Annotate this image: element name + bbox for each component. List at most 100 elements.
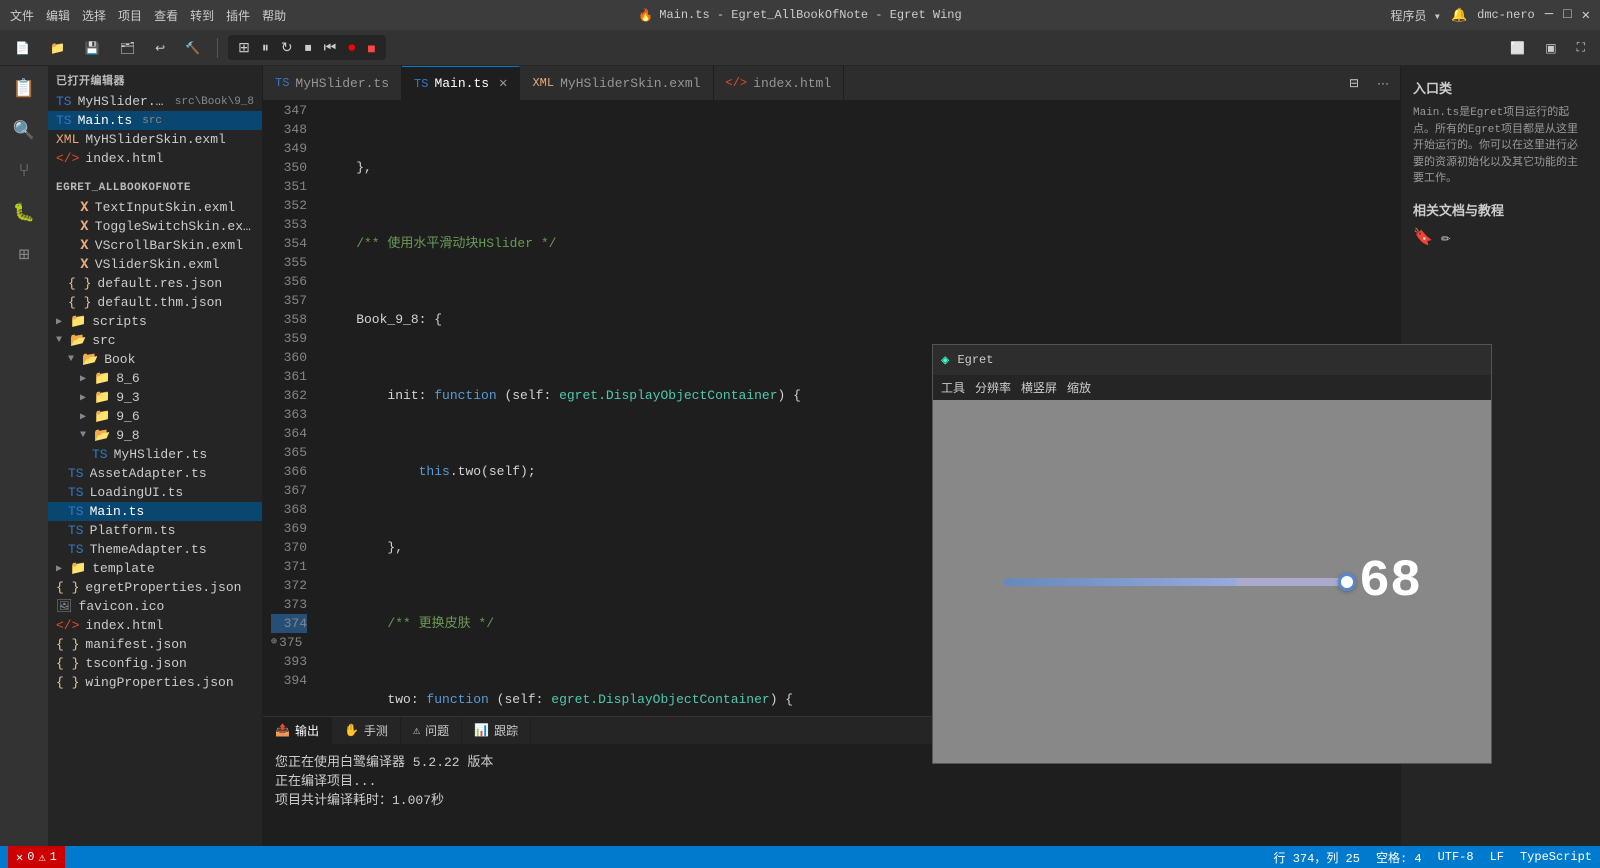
egret-menu-resolution[interactable]: 分辨率 (975, 379, 1011, 396)
extensions-icon[interactable]: ⊞ (15, 240, 34, 270)
slider-track[interactable] (1003, 578, 1347, 586)
tab-index[interactable]: </> index.html (714, 66, 845, 101)
right-panel-title: 入口类 (1413, 78, 1588, 97)
menu-file[interactable]: 文件 (10, 7, 34, 24)
maximize-button[interactable]: □ (1563, 7, 1571, 23)
tree-9-6[interactable]: ▶ 📁 9_6 (48, 407, 262, 426)
egret-menu-zoom[interactable]: 缩放 (1067, 379, 1091, 396)
tab-myhsliderskin[interactable]: XML MyHSliderSkin.exml (520, 66, 713, 101)
panel-tab-problems[interactable]: ⚠ 问题 (401, 717, 462, 745)
egret-menu-orientation[interactable]: 横竖屏 (1021, 379, 1057, 396)
tree-toggleswitchskin[interactable]: 𝐗 ToggleSwitchSkin.exml (48, 217, 262, 236)
panel-tab-test[interactable]: ✋ 手测 (332, 717, 401, 745)
menu-plugins[interactable]: 插件 (226, 7, 250, 24)
statusbar-eol[interactable]: LF (1490, 849, 1504, 866)
save-all-button[interactable]: 🗂 (113, 37, 142, 59)
egret-menus: 工具 分辨率 横竖屏 缩放 (933, 375, 1491, 400)
tree-wingprops[interactable]: { } wingProperties.json (48, 673, 262, 692)
tree-book[interactable]: ▼ 📂 Book (48, 350, 262, 369)
tree-src[interactable]: ▼ 📂 src (48, 331, 262, 350)
build-button[interactable]: 🔨 (178, 37, 207, 59)
statusbar-language[interactable]: TypeScript (1520, 849, 1592, 866)
stop-button[interactable]: ⏮ (320, 37, 341, 58)
statusbar-position[interactable]: 行 374，列 25 (1274, 849, 1360, 866)
run-controls: ⊞ ⏸ ↻ ⏹ ⏮ ⏺ ■ (228, 35, 386, 60)
tree-tsconfig[interactable]: { } tsconfig.json (48, 654, 262, 673)
line-num-373: 373 (271, 595, 307, 614)
tree-vscrollbarskin[interactable]: 𝐗 VScrollBarSkin.exml (48, 236, 262, 255)
tree-main[interactable]: TS Main.ts (48, 502, 262, 521)
egret-preview-window[interactable]: ◈ Egret 工具 分辨率 横竖屏 缩放 68 (932, 344, 1492, 764)
tree-loadingui[interactable]: TS LoadingUI.ts (48, 483, 262, 502)
tree-assetadapter[interactable]: TS AssetAdapter.ts (48, 464, 262, 483)
open-file-myhsliderskin[interactable]: XML MyHSliderSkin.exml (48, 130, 262, 149)
menu-edit[interactable]: 编辑 (46, 7, 70, 24)
bookmark-icon[interactable]: 🔖 (1413, 227, 1433, 247)
statusbar-encoding[interactable]: UTF-8 (1438, 849, 1474, 866)
menu-select[interactable]: 选择 (82, 7, 106, 24)
menu-view[interactable]: 查看 (154, 7, 178, 24)
collapse-icon[interactable]: ⊕ (271, 633, 277, 652)
statusbar-spaces[interactable]: 空格: 4 (1376, 849, 1422, 866)
debug-icon[interactable]: 🐛 (9, 198, 39, 228)
ts-icon-4: TS (68, 485, 84, 500)
minimize-button[interactable]: ─ (1545, 7, 1553, 23)
undo-button[interactable]: ↩ (148, 37, 172, 59)
egret-menu-tools[interactable]: 工具 (941, 379, 965, 396)
line-num-361: 361 (271, 367, 307, 386)
xml-icon-4: 𝐗 (80, 238, 89, 253)
statusbar-error-count[interactable]: ✕ 0 ⚠ 1 (8, 846, 65, 868)
tree-8-6[interactable]: ▶ 📁 8_6 (48, 369, 262, 388)
search-icon[interactable]: 🔍 (9, 116, 39, 146)
menu-goto[interactable]: 转到 (190, 7, 214, 24)
tab-main[interactable]: TS Main.ts ✕ (402, 66, 520, 101)
tree-myhslider[interactable]: TS MyHSlider.ts (48, 445, 262, 464)
notification-icon[interactable]: 🔔 (1451, 8, 1467, 23)
open-file-myhslider[interactable]: TS MyHSlider.ts src\Book\9_8 (48, 92, 262, 111)
play-stop-button[interactable]: ■ (363, 38, 379, 58)
slider-thumb[interactable] (1338, 573, 1356, 591)
code-line-349: Book_9_8: { (325, 310, 1400, 329)
tab-main-label: Main.ts (434, 76, 489, 91)
layout-button[interactable]: ▣ (1538, 37, 1563, 59)
tree-template[interactable]: ▶ 📁 template (48, 559, 262, 578)
tree-themeadapter[interactable]: TS ThemeAdapter.ts (48, 540, 262, 559)
tree-9-3[interactable]: ▶ 📁 9_3 (48, 388, 262, 407)
new-file-button[interactable]: 📄 (8, 37, 37, 59)
tree-default-res[interactable]: { } default.res.json (48, 274, 262, 293)
close-button[interactable]: ✕ (1582, 7, 1590, 24)
git-icon[interactable]: ⑂ (15, 158, 34, 186)
tree-platform[interactable]: TS Platform.ts (48, 521, 262, 540)
tree-default-thm[interactable]: { } default.thm.json (48, 293, 262, 312)
menu-project[interactable]: 项目 (118, 7, 142, 24)
grid-button[interactable]: ⊞ (234, 37, 254, 58)
open-file-main[interactable]: TS Main.ts src (48, 111, 262, 130)
save-button[interactable]: 💾 (78, 37, 107, 59)
fullscreen-button[interactable]: ⛶ (1570, 36, 1592, 59)
pause-button[interactable]: ⏸ (258, 37, 273, 58)
open-file-button[interactable]: 📁 (43, 37, 72, 59)
edit-icon[interactable]: ✏ (1441, 227, 1451, 247)
tree-scripts[interactable]: ▶ 📁 scripts (48, 312, 262, 331)
explorer-icon[interactable]: 📋 (9, 74, 39, 104)
tree-vsliderskin[interactable]: 𝐗 VSliderSkin.exml (48, 255, 262, 274)
tree-favicon[interactable]: 🖼 favicon.ico (48, 597, 262, 616)
menu-help[interactable]: 帮助 (262, 7, 286, 24)
more-tabs-button[interactable]: ··· (1370, 72, 1396, 94)
record-button[interactable]: ⏺ (344, 37, 359, 58)
split-editor-button[interactable]: ⊟ (1342, 72, 1366, 94)
tab-main-close[interactable]: ✕ (499, 75, 507, 92)
panel-tab-output[interactable]: 📤 输出 (263, 717, 332, 745)
tree-egretprops[interactable]: { } egretProperties.json (48, 578, 262, 597)
open-file-index[interactable]: </> index.html (48, 149, 262, 168)
user-dropdown[interactable]: 程序员 ▾ (1391, 7, 1441, 24)
tree-indexhtml[interactable]: </> index.html (48, 616, 262, 635)
panel-tab-trace[interactable]: 📊 跟踪 (462, 717, 531, 745)
tab-myhslider[interactable]: TS MyHSlider.ts (263, 66, 402, 101)
tree-manifest[interactable]: { } manifest.json (48, 635, 262, 654)
layout-split-button[interactable]: ⬜ (1503, 37, 1532, 59)
refresh-button[interactable]: ↻ (277, 37, 297, 58)
tree-9-8[interactable]: ▼ 📂 9_8 (48, 426, 262, 445)
tree-textinputskin[interactable]: 𝐗 TextInputSkin.exml (48, 198, 262, 217)
prev-button[interactable]: ⏹ (301, 37, 316, 58)
